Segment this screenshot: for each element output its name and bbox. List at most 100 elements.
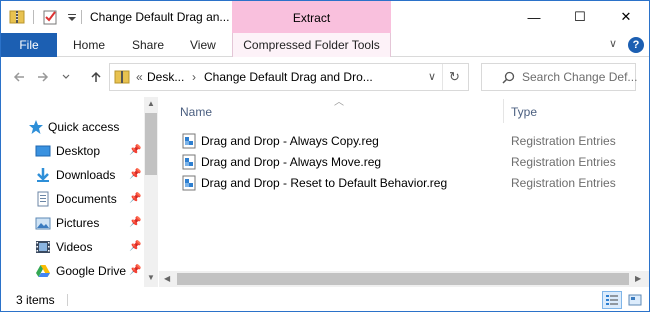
scroll-up-icon[interactable]: ▲ xyxy=(147,99,155,108)
pin-icon: 📌 xyxy=(129,169,142,180)
sort-ascending-icon: ︿ xyxy=(334,97,344,108)
file-type: Registration Entries xyxy=(511,155,616,169)
tab-view[interactable]: View xyxy=(190,38,216,52)
search-input[interactable]: Search Change Def... xyxy=(522,70,637,84)
file-name: Drag and Drop - Always Copy.reg xyxy=(201,134,379,148)
tab-compressed-folder-tools-label: Compressed Folder Tools xyxy=(243,38,380,52)
file-name: Drag and Drop - Always Move.reg xyxy=(201,155,382,169)
file-tab[interactable]: File xyxy=(1,33,57,57)
downloads-icon xyxy=(37,168,49,182)
breadcrumb-separator[interactable]: › xyxy=(192,70,196,84)
address-divider xyxy=(442,64,443,90)
nav-pane-scrollbar[interactable]: ▲ ▼ xyxy=(144,97,158,287)
properties-icon[interactable] xyxy=(42,9,58,25)
documents-icon xyxy=(37,191,49,207)
close-icon: ✕ xyxy=(620,9,632,24)
large-icons-view-button[interactable] xyxy=(625,291,645,309)
sidebar-item-downloads[interactable]: Downloads 📌 xyxy=(1,164,143,186)
file-row[interactable]: Drag and Drop - Reset to Default Behavio… xyxy=(177,172,647,193)
sidebar-item-label: Google Drive xyxy=(56,264,127,278)
sidebar-item-pictures[interactable]: Pictures 📌 xyxy=(1,212,143,234)
star-icon xyxy=(29,120,43,134)
pin-icon: 📌 xyxy=(129,193,142,204)
column-header-name[interactable]: Name xyxy=(180,105,212,119)
sidebar-item-videos[interactable]: Videos 📌 xyxy=(1,236,143,258)
content-scroll-thumb[interactable] xyxy=(177,273,629,285)
file-row[interactable]: Drag and Drop - Always Copy.reg Registra… xyxy=(177,130,647,151)
search-icon xyxy=(502,71,515,84)
status-separator xyxy=(67,294,68,306)
close-button[interactable]: ✕ xyxy=(603,1,649,33)
sidebar-item-label: Downloads xyxy=(56,168,116,182)
maximize-button[interactable]: ☐ xyxy=(557,1,603,33)
column-header-type[interactable]: Type xyxy=(511,105,537,119)
address-overflow[interactable]: « xyxy=(136,70,143,84)
ribbon-tabs: File Home Share View Compressed Folder T… xyxy=(1,33,649,57)
registry-file-icon xyxy=(182,175,196,191)
scroll-down-icon[interactable]: ▼ xyxy=(147,273,155,282)
extract-tab[interactable]: Extract xyxy=(232,1,391,33)
details-view-button[interactable] xyxy=(602,291,622,309)
breadcrumb-desktop[interactable]: Desk... xyxy=(147,70,184,84)
sidebar-item-desktop[interactable]: Desktop 📌 xyxy=(1,140,143,162)
back-arrow-icon xyxy=(13,72,24,82)
videos-icon xyxy=(36,241,50,253)
sidebar-item-label: Desktop xyxy=(56,144,101,158)
tab-compressed-folder-tools[interactable]: Compressed Folder Tools xyxy=(232,33,391,57)
item-count: 3 items xyxy=(16,293,55,307)
address-bar[interactable]: « Desk... › Change Default Drag and Dro.… xyxy=(109,63,469,91)
sidebar-item-label: Videos xyxy=(56,240,93,254)
sidebar-item-documents[interactable]: Documents 📌 xyxy=(1,188,143,210)
minimize-icon: — xyxy=(527,9,541,25)
breadcrumb-current[interactable]: Change Default Drag and Dro... xyxy=(204,70,373,84)
file-name: Drag and Drop - Reset to Default Behavio… xyxy=(201,176,448,190)
pin-icon: 📌 xyxy=(129,265,142,276)
forward-arrow-icon xyxy=(38,72,49,82)
back-button[interactable] xyxy=(9,67,29,87)
desktop-icon xyxy=(35,145,51,157)
tab-share[interactable]: Share xyxy=(132,38,164,52)
sidebar-item-label: Pictures xyxy=(56,216,100,230)
expand-ribbon-icon[interactable]: ∨ xyxy=(609,37,617,50)
minimize-button[interactable]: — xyxy=(511,1,557,33)
file-row[interactable]: Drag and Drop - Always Move.reg Registra… xyxy=(177,151,647,172)
scroll-left-icon[interactable]: ◀ xyxy=(164,274,170,283)
explorer-window: Change Default Drag an... Extract — ☐ ✕ … xyxy=(0,0,650,312)
google-drive-icon xyxy=(36,265,50,277)
nav-pane-scroll-thumb[interactable] xyxy=(145,113,157,175)
file-type: Registration Entries xyxy=(511,134,616,148)
title-separator xyxy=(81,10,82,24)
help-icon[interactable]: ? xyxy=(628,37,644,53)
chevron-down-icon xyxy=(62,74,70,79)
up-button[interactable] xyxy=(86,67,106,87)
content-horizontal-scrollbar[interactable]: ◀ ▶ xyxy=(159,271,649,287)
pin-icon: 📌 xyxy=(129,241,142,252)
large-icons-view-icon xyxy=(628,294,642,306)
scroll-right-icon[interactable]: ▶ xyxy=(635,274,641,283)
forward-button[interactable] xyxy=(33,67,53,87)
pin-icon: 📌 xyxy=(129,217,142,228)
zip-folder-icon xyxy=(9,10,25,24)
status-bar: 3 items xyxy=(1,289,649,311)
sidebar-item-google-drive[interactable]: Google Drive 📌 xyxy=(1,260,143,282)
window-title: Change Default Drag an... xyxy=(90,10,230,24)
recent-locations-button[interactable] xyxy=(59,67,73,87)
registry-file-icon xyxy=(182,154,196,170)
tab-home[interactable]: Home xyxy=(73,38,105,52)
sidebar-item-quick-access[interactable]: Quick access xyxy=(1,116,143,138)
title-separator xyxy=(33,10,34,24)
up-arrow-icon xyxy=(91,71,101,82)
sidebar-item-label: Documents xyxy=(56,192,117,206)
search-box[interactable]: Search Change Def... xyxy=(481,63,637,91)
refresh-icon[interactable]: ↻ xyxy=(449,69,460,85)
file-type: Registration Entries xyxy=(511,176,616,190)
registry-file-icon xyxy=(182,133,196,149)
sidebar-item-label: Quick access xyxy=(48,120,120,134)
column-divider[interactable] xyxy=(503,99,504,123)
address-dropdown-icon[interactable]: ∨ xyxy=(428,70,436,83)
pictures-icon xyxy=(35,217,51,230)
customize-toolbar-icon[interactable] xyxy=(64,9,80,25)
extract-tab-label: Extract xyxy=(292,11,331,25)
details-view-icon xyxy=(606,295,618,305)
pin-icon: 📌 xyxy=(129,145,142,156)
